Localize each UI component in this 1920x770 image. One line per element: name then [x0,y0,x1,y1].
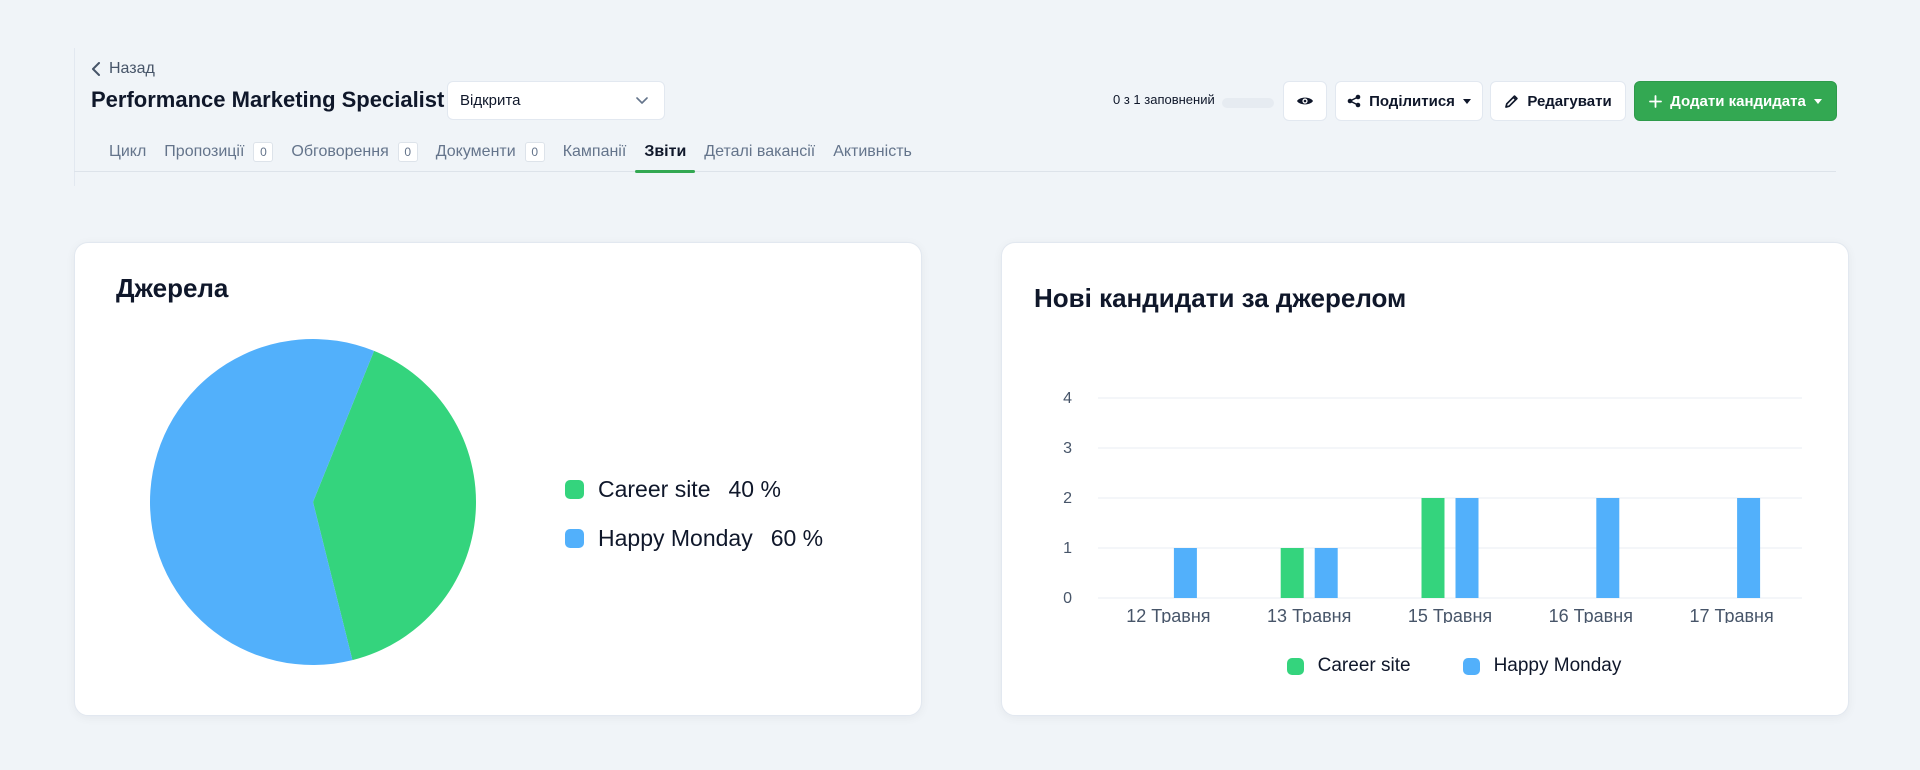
legend-value: 60 % [770,525,824,551]
back-label: Назад [109,60,155,77]
x-tick-label: 13 Травня [1267,606,1351,623]
bar-career-site [1280,548,1304,598]
legend-value: 40 % [728,476,781,502]
x-tick-label: 12 Травня [1126,606,1210,623]
edit-label: Редагувати [1527,92,1612,110]
tab-reports[interactable]: Звіти [635,131,696,173]
tab-discussions[interactable]: Обговорення 0 [282,131,426,172]
add-candidate-label: Додати кандидата [1670,92,1806,110]
tab-count-badge: 0 [524,141,545,162]
sources-pie-chart [148,337,478,667]
vacancy-tabs: Цикл Пропозиції 0 Обговорення 0 Документи 0… [74,131,1836,173]
tab-count-badge: 0 [253,141,274,162]
tab-documents[interactable]: Документи 0 [427,131,554,172]
add-candidate-button[interactable]: Додати кандидата [1634,81,1837,121]
plus-icon [1649,94,1663,108]
preview-button[interactable] [1283,81,1327,121]
bar-happy-monday [1455,498,1479,598]
status-value: Відкрита [460,92,521,109]
tab-label: Обговорення [291,142,389,160]
caret-down-icon [1462,98,1471,104]
new-candidates-card: Нові кандидати за джерелом 0 1 2 3 4 12 Травн… [1001,242,1849,716]
legend-label: Happy Monday [1493,655,1622,676]
new-candidates-bar-chart: 0 1 2 3 4 12 Травня 13 Травня 15 Травня 16 Травн… [1002,333,1850,626]
y-tick-label: 2 [1063,490,1072,507]
new-candidates-legend: Career site Happy Monday [1002,655,1850,677]
legend-swatch [1462,657,1480,675]
sources-pie-legend: Career site 40 % Happy Monday 60 % [565,465,823,563]
tab-cycle[interactable]: Цикл [100,131,155,172]
legend-label: Career site [1317,655,1411,676]
page-title: Performance Marketing Specialist [91,87,445,112]
tab-label: Деталі вакансії [704,142,816,160]
bar-happy-monday [1173,548,1197,598]
chevron-left-icon [92,62,100,76]
legend-swatch [565,480,584,499]
vacancy-header: Назад Performance Marketing Specialist В… [74,48,1837,173]
legend-swatch [1286,657,1304,675]
legend-item-happy-monday[interactable]: Happy Monday [1462,655,1622,677]
back-link[interactable]: Назад [91,60,155,78]
fill-progress-bar [1222,98,1274,108]
bar-happy-monday [1737,498,1761,598]
status-select[interactable]: Відкрита [447,81,665,120]
new-candidates-chart-title: Нові кандидати за джерелом [1034,283,1407,313]
legend-item-career-site[interactable]: Career site [1286,655,1411,677]
y-tick-label: 0 [1063,590,1072,607]
y-tick-label: 4 [1063,390,1072,407]
legend-label: Career site [598,476,711,502]
tab-label: Звіти [644,142,687,160]
tab-activity[interactable]: Активність [824,131,921,172]
sources-chart-title: Джерела [116,273,229,303]
fill-progress-text: 0 з 1 заповнений [1113,92,1215,107]
tab-vacancy-details[interactable]: Деталі вакансії [695,131,824,172]
tab-label: Активність [833,142,912,160]
tab-label: Кампанії [562,142,627,160]
bar-chart-svg: 0 1 2 3 4 12 Травня 13 Травня 15 Травня 16 Травн… [1063,390,1802,626]
share-icon [1347,94,1361,108]
bar-career-site [1421,498,1445,598]
tab-label: Пропозиції [164,142,245,160]
legend-item-career-site[interactable]: Career site 40 % [565,465,823,514]
eye-icon [1297,97,1313,105]
sources-card: Джерела Career site 40 % Happy Monday 60… [74,242,922,716]
pie-chart-svg [149,339,476,665]
y-tick-label: 3 [1063,440,1072,457]
x-tick-label: 15 Травня [1408,606,1492,623]
tab-count-badge: 0 [397,141,418,162]
tab-label: Цикл [109,142,147,160]
y-tick-label: 1 [1063,540,1072,557]
tab-offers[interactable]: Пропозиції 0 [155,131,282,172]
edit-button[interactable]: Редагувати [1490,81,1626,121]
bar-happy-monday [1596,498,1620,598]
bar-happy-monday [1314,548,1338,598]
legend-swatch [565,529,584,548]
x-tick-label: 17 Травня [1689,606,1773,623]
share-button[interactable]: Поділитися [1335,81,1483,121]
share-label: Поділитися [1369,92,1455,110]
caret-down-icon [1813,98,1822,104]
chevron-down-icon [636,96,648,104]
pencil-icon [1505,94,1519,108]
legend-label: Happy Monday [598,525,753,551]
legend-item-happy-monday[interactable]: Happy Monday 60 % [565,514,823,563]
tab-campaigns[interactable]: Кампанії [554,131,636,172]
x-tick-label: 16 Травня [1549,606,1633,623]
tab-label: Документи [435,142,516,160]
